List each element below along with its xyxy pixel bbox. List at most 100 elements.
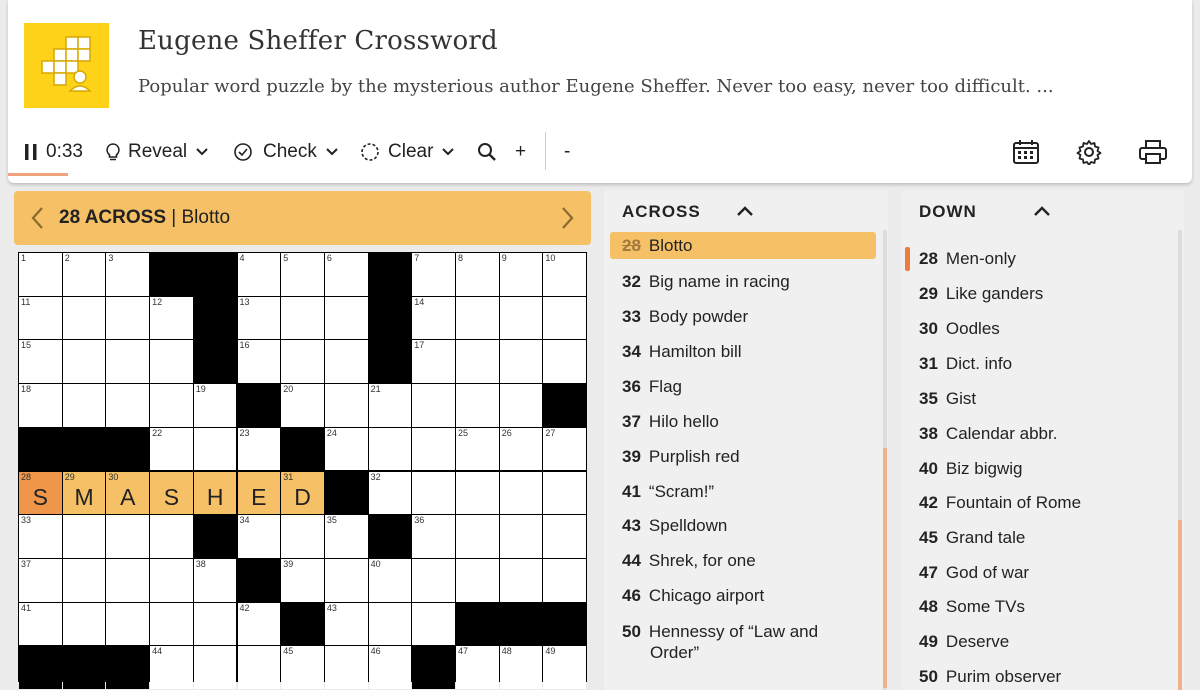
grid-cell[interactable] [412, 471, 455, 515]
clue-item[interactable]: 39 Purplish red [622, 446, 740, 467]
grid-cell[interactable]: 39 [281, 558, 324, 602]
clue-item[interactable]: 28 Men-only [905, 247, 1016, 271]
grid-cell[interactable]: 7 [412, 253, 455, 296]
grid-cell[interactable]: 45 [281, 646, 324, 689]
calendar-button[interactable] [1012, 140, 1040, 164]
grid-cell[interactable] [499, 384, 543, 427]
chevron-up-icon[interactable] [736, 204, 754, 218]
zoom-button[interactable] [477, 140, 497, 164]
grid-cell[interactable]: 34 [237, 515, 281, 558]
clue-item[interactable]: 50 Hennessy of “Law and Order” [622, 621, 818, 663]
grid-cell[interactable] [499, 296, 543, 340]
grid-cell[interactable] [106, 602, 150, 646]
zoom-in-button[interactable]: + [515, 140, 526, 164]
grid-cell[interactable] [324, 558, 368, 602]
grid-cell[interactable] [499, 471, 543, 515]
pause-button[interactable]: 0:33 [24, 140, 83, 164]
grid-cell[interactable]: 40 [368, 558, 412, 602]
grid-cell[interactable] [62, 384, 106, 427]
grid-cell[interactable] [62, 602, 106, 646]
clue-item[interactable]: 43 Spelldown [622, 515, 727, 536]
grid-cell[interactable] [150, 602, 193, 646]
grid-cell[interactable] [106, 384, 150, 427]
grid-cell[interactable] [412, 384, 455, 427]
grid-cell[interactable]: 49 [543, 646, 587, 689]
clue-item[interactable]: 50 Purim observer [919, 666, 1061, 687]
clue-item[interactable]: 45 Grand tale [919, 527, 1025, 548]
grid-cell[interactable] [193, 602, 237, 646]
grid-cell[interactable]: 30 A [106, 471, 150, 515]
grid-cell[interactable]: 37 [19, 558, 62, 602]
grid-cell[interactable]: 25 [456, 427, 499, 471]
previous-clue-arrow-icon[interactable] [28, 204, 48, 232]
grid-cell[interactable] [368, 602, 412, 646]
grid-cell[interactable] [543, 471, 587, 515]
clue-item[interactable]: 38 Calendar abbr. [919, 423, 1057, 444]
grid-cell[interactable] [412, 602, 455, 646]
clue-item[interactable]: 46 Chicago airport [622, 585, 764, 606]
grid-cell[interactable] [237, 646, 281, 689]
grid-cell[interactable]: 33 [19, 515, 62, 558]
grid-cell[interactable]: 28 S [19, 471, 62, 515]
grid-cell[interactable]: 2 [62, 253, 106, 296]
clue-item[interactable]: 34 Hamilton bill [622, 341, 742, 362]
zoom-out-button[interactable]: - [564, 140, 570, 164]
grid-cell[interactable]: 21 [368, 384, 412, 427]
grid-cell[interactable] [412, 427, 455, 471]
grid-cell[interactable] [62, 515, 106, 558]
grid-cell[interactable]: 5 [281, 253, 324, 296]
grid-cell[interactable] [456, 558, 499, 602]
grid-cell[interactable]: 13 [237, 296, 281, 340]
grid-cell[interactable] [456, 515, 499, 558]
chevron-up-icon[interactable] [1033, 204, 1051, 218]
grid-cell[interactable] [412, 558, 455, 602]
grid-cell[interactable]: 10 [543, 253, 587, 296]
grid-cell[interactable]: 24 [324, 427, 368, 471]
grid-cell[interactable]: 26 [499, 427, 543, 471]
clue-item[interactable]: 29 Like ganders [919, 283, 1043, 304]
grid-cell[interactable]: 8 [456, 253, 499, 296]
grid-cell[interactable] [62, 340, 106, 384]
grid-cell[interactable]: 48 [499, 646, 543, 689]
clue-item[interactable]: 32 Big name in racing [622, 271, 790, 292]
grid-cell[interactable]: 16 [237, 340, 281, 384]
grid-cell[interactable] [106, 515, 150, 558]
grid-cell[interactable] [499, 558, 543, 602]
grid-cell[interactable]: 46 [368, 646, 412, 689]
grid-cell[interactable] [62, 296, 106, 340]
grid-cell[interactable] [281, 515, 324, 558]
grid-cell[interactable] [543, 296, 587, 340]
grid-cell[interactable] [281, 340, 324, 384]
settings-button[interactable] [1076, 140, 1102, 165]
grid-cell[interactable] [324, 646, 368, 689]
clue-item[interactable]: 49 Deserve [919, 631, 1009, 652]
clue-item[interactable]: 48 Some TVs [919, 596, 1025, 617]
clue-item[interactable]: 40 Biz bigwig [919, 458, 1022, 479]
grid-cell[interactable]: 20 [281, 384, 324, 427]
grid-cell[interactable] [106, 340, 150, 384]
grid-cell[interactable] [456, 340, 499, 384]
grid-cell[interactable]: 22 [150, 427, 193, 471]
grid-cell[interactable]: 23 [237, 427, 281, 471]
grid-cell[interactable] [456, 471, 499, 515]
grid-cell[interactable] [150, 515, 193, 558]
grid-cell[interactable] [499, 340, 543, 384]
grid-cell[interactable]: 9 [499, 253, 543, 296]
grid-cell[interactable] [324, 384, 368, 427]
grid-cell[interactable]: 1 [19, 253, 62, 296]
grid-cell[interactable]: 17 [412, 340, 455, 384]
clue-item[interactable]: 42 Fountain of Rome [919, 492, 1081, 513]
grid-cell[interactable]: 42 [237, 602, 281, 646]
clue-item[interactable]: 37 Hilo hello [622, 411, 719, 432]
grid-cell[interactable]: 29 M [62, 471, 106, 515]
grid-cell[interactable] [281, 296, 324, 340]
grid-cell[interactable] [324, 296, 368, 340]
down-scrollbar-thumb[interactable] [1178, 520, 1182, 690]
grid-cell[interactable] [543, 515, 587, 558]
grid-cell[interactable]: 32 [368, 471, 412, 515]
clue-item[interactable]: 30 Oodles [919, 318, 1000, 339]
grid-cell[interactable]: 47 [456, 646, 499, 689]
clue-item[interactable]: 33 Body powder [622, 306, 748, 327]
clue-item[interactable]: 35 Gist [919, 388, 976, 409]
grid-cell[interactable] [368, 427, 412, 471]
